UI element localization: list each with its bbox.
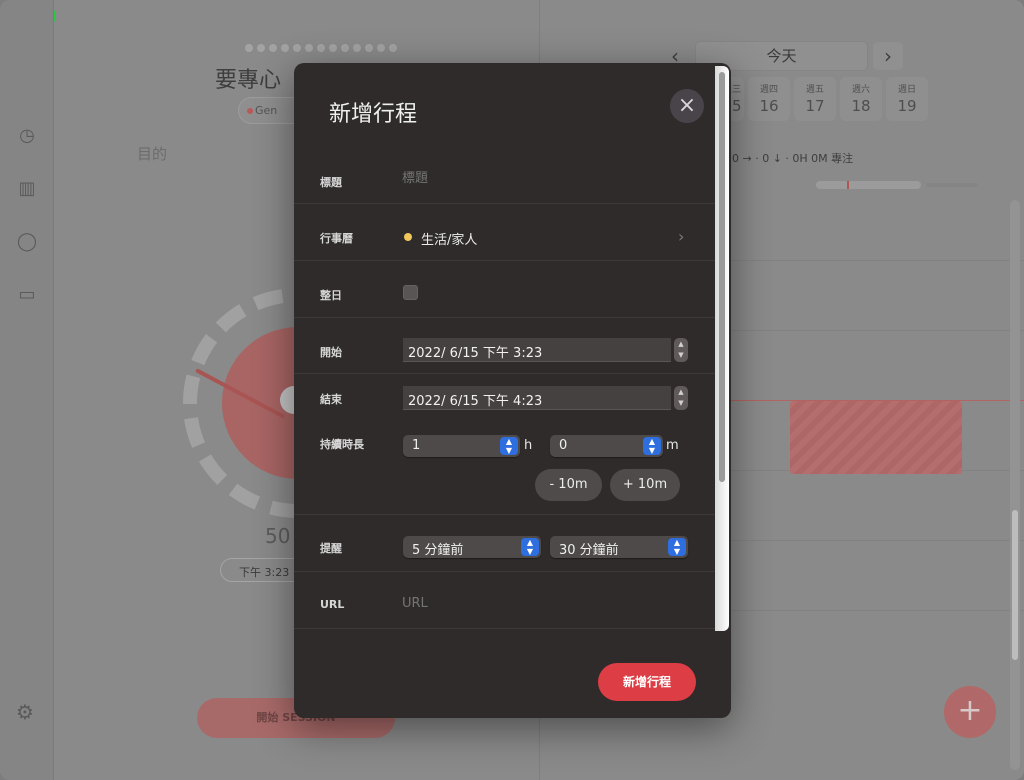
calendar-row[interactable]: 行事曆 生活/家人 › <box>294 204 715 261</box>
day-cell[interactable]: 週五 17 <box>794 77 836 121</box>
hour-gridline <box>730 260 1024 261</box>
hour-gridline <box>730 540 1024 541</box>
title-row: 標題 <box>294 151 715 204</box>
select-arrows-icon: ▲ ▼ <box>668 538 686 556</box>
next-day-chevron-icon[interactable]: › <box>873 42 903 70</box>
calendar-label: 行事曆 <box>320 232 353 245</box>
focus-title: 要專心 <box>215 68 282 93</box>
hour-gridline <box>730 610 1024 611</box>
plus-10m-button[interactable]: + 10m <box>610 469 680 501</box>
select-arrows-icon: ▲ ▼ <box>521 538 539 556</box>
url-row: URL <box>294 572 715 629</box>
reminder-second-select[interactable]: 30 分鐘前 ▲ ▼ <box>550 536 688 558</box>
dialog-scrollbar[interactable] <box>715 66 729 631</box>
start-row: 開始 2022/ 6/15 下午 3:23 ▲ ▼ <box>294 318 715 374</box>
minus-10m-button[interactable]: - 10m <box>535 469 602 501</box>
end-row: 結束 2022/ 6/15 下午 4:23 ▲ ▼ <box>294 374 715 422</box>
title-input[interactable] <box>402 171 682 186</box>
end-label: 結束 <box>320 393 342 406</box>
duration-row: 持續時長 1 ▲ ▼ h 0 ▲ ▼ m - 10m + 10m <box>294 422 715 515</box>
start-datetime-field[interactable]: 2022/ 6/15 下午 3:23 <box>403 338 671 362</box>
week-strip: 週三 15 週四 16 週五 17 週六 18 週日 19 <box>720 77 928 121</box>
select-arrows-icon: ▲ ▼ <box>643 437 661 455</box>
calendar-event-block[interactable] <box>790 401 962 474</box>
duration-minutes-select[interactable]: 0 ▲ ▼ <box>550 435 663 457</box>
url-input[interactable] <box>402 596 682 611</box>
duration-label: 持續時長 <box>320 438 364 451</box>
add-plus-icon[interactable]: + <box>944 686 996 738</box>
day-cell[interactable]: 週日 19 <box>886 77 928 121</box>
calendar-value: 生活/家人 <box>421 233 478 248</box>
allday-row: 整日 <box>294 261 715 318</box>
focus-stats: 0 → · 0 ↓ · 0H 0M 專注 <box>732 152 854 165</box>
day-cell[interactable]: 週六 18 <box>840 77 882 121</box>
add-event-button[interactable]: 新增行程 <box>598 663 696 701</box>
day-progress-track <box>926 183 978 187</box>
page-dots <box>245 44 397 52</box>
person-icon[interactable]: ◯ <box>16 231 38 253</box>
hours-unit: h <box>524 438 533 453</box>
chevron-right-icon: › <box>678 227 685 246</box>
allday-label: 整日 <box>320 289 342 302</box>
chart-icon[interactable]: ▥ <box>16 178 38 200</box>
reminder-label: 提醒 <box>320 542 342 555</box>
calendar-color-dot <box>404 233 412 241</box>
select-arrows-icon: ▲ ▼ <box>500 437 518 455</box>
duration-hours-select[interactable]: 1 ▲ ▼ <box>403 435 520 457</box>
minutes-unit: m <box>666 438 679 453</box>
end-datetime-field[interactable]: 2022/ 6/15 下午 4:23 <box>403 386 671 410</box>
hour-gridline <box>730 330 1024 331</box>
settings-gear-icon[interactable]: ⚙ <box>16 700 34 724</box>
book-icon[interactable]: ▭ <box>16 284 38 306</box>
new-event-dialog: 新增行程 × 標題 行事曆 生活/家人 › 整日 開始 2022/ 6/15 下… <box>294 63 731 718</box>
calendar-scrollbar[interactable] <box>1010 200 1020 770</box>
dialog-title: 新增行程 <box>329 102 418 127</box>
clock-icon[interactable]: ◷ <box>16 125 38 147</box>
reminder-first-select[interactable]: 5 分鐘前 ▲ ▼ <box>403 536 541 558</box>
day-cell[interactable]: 週四 16 <box>748 77 790 121</box>
goal-placeholder[interactable]: 目的 <box>137 143 167 164</box>
start-stepper[interactable]: ▲ ▼ <box>674 338 688 362</box>
start-label: 開始 <box>320 346 342 359</box>
day-progress-bar <box>816 181 921 189</box>
allday-checkbox[interactable] <box>403 285 418 300</box>
sidebar: ◷ ▥ ◯ ▭ <box>0 0 54 780</box>
reminder-row: 提醒 5 分鐘前 ▲ ▼ 30 分鐘前 ▲ ▼ <box>294 515 715 572</box>
url-label: URL <box>320 598 345 611</box>
title-label: 標題 <box>320 176 342 189</box>
end-stepper[interactable]: ▲ ▼ <box>674 386 688 410</box>
close-icon[interactable]: × <box>670 89 704 123</box>
timer-minutes: 50 <box>265 524 291 548</box>
